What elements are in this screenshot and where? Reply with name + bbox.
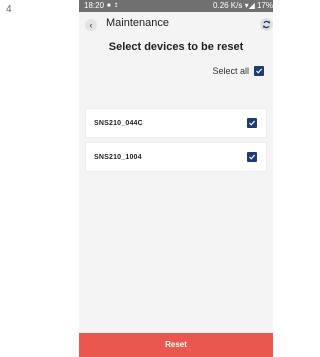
status-right-text: 0.26 K/s ▾◢ 17% <box>213 1 273 10</box>
checkmark-icon <box>249 120 256 126</box>
device-checkbox[interactable] <box>247 118 257 128</box>
image-notification-icon: ■ <box>107 3 111 9</box>
back-arrow-icon: ‹ <box>89 20 93 30</box>
device-name: SNS210_044C <box>94 119 143 127</box>
select-all-checkbox[interactable] <box>254 66 264 76</box>
select-all-label: Select all <box>212 66 249 76</box>
notification-icon: ↥ <box>113 3 119 9</box>
device-name: SNS210_1004 <box>94 153 142 161</box>
sync-icon <box>263 20 270 29</box>
device-checkbox[interactable] <box>247 152 257 162</box>
select-all-row[interactable]: Select all <box>212 66 264 76</box>
sync-button[interactable] <box>260 18 273 31</box>
device-item[interactable]: SNS210_1004 <box>85 142 267 172</box>
side-step-number: 4 <box>6 4 12 15</box>
app-header: ‹ Maintenance <box>79 12 273 38</box>
device-item[interactable]: SNS210_044C <box>85 108 267 138</box>
page-title: Maintenance <box>106 17 169 29</box>
status-bar: 18:20 ■ ↥ 0.26 K/s ▾◢ 17% <box>79 0 273 12</box>
back-button[interactable]: ‹ <box>85 19 97 31</box>
phone-screen: 18:20 ■ ↥ 0.26 K/s ▾◢ 17% ‹ Maintenance … <box>79 0 273 357</box>
page-heading: Select devices to be reset <box>108 41 244 53</box>
checkmark-icon <box>256 68 263 74</box>
checkmark-icon <box>249 154 256 160</box>
reset-button[interactable]: Reset <box>79 333 273 357</box>
status-time: 18:20 <box>84 1 105 10</box>
